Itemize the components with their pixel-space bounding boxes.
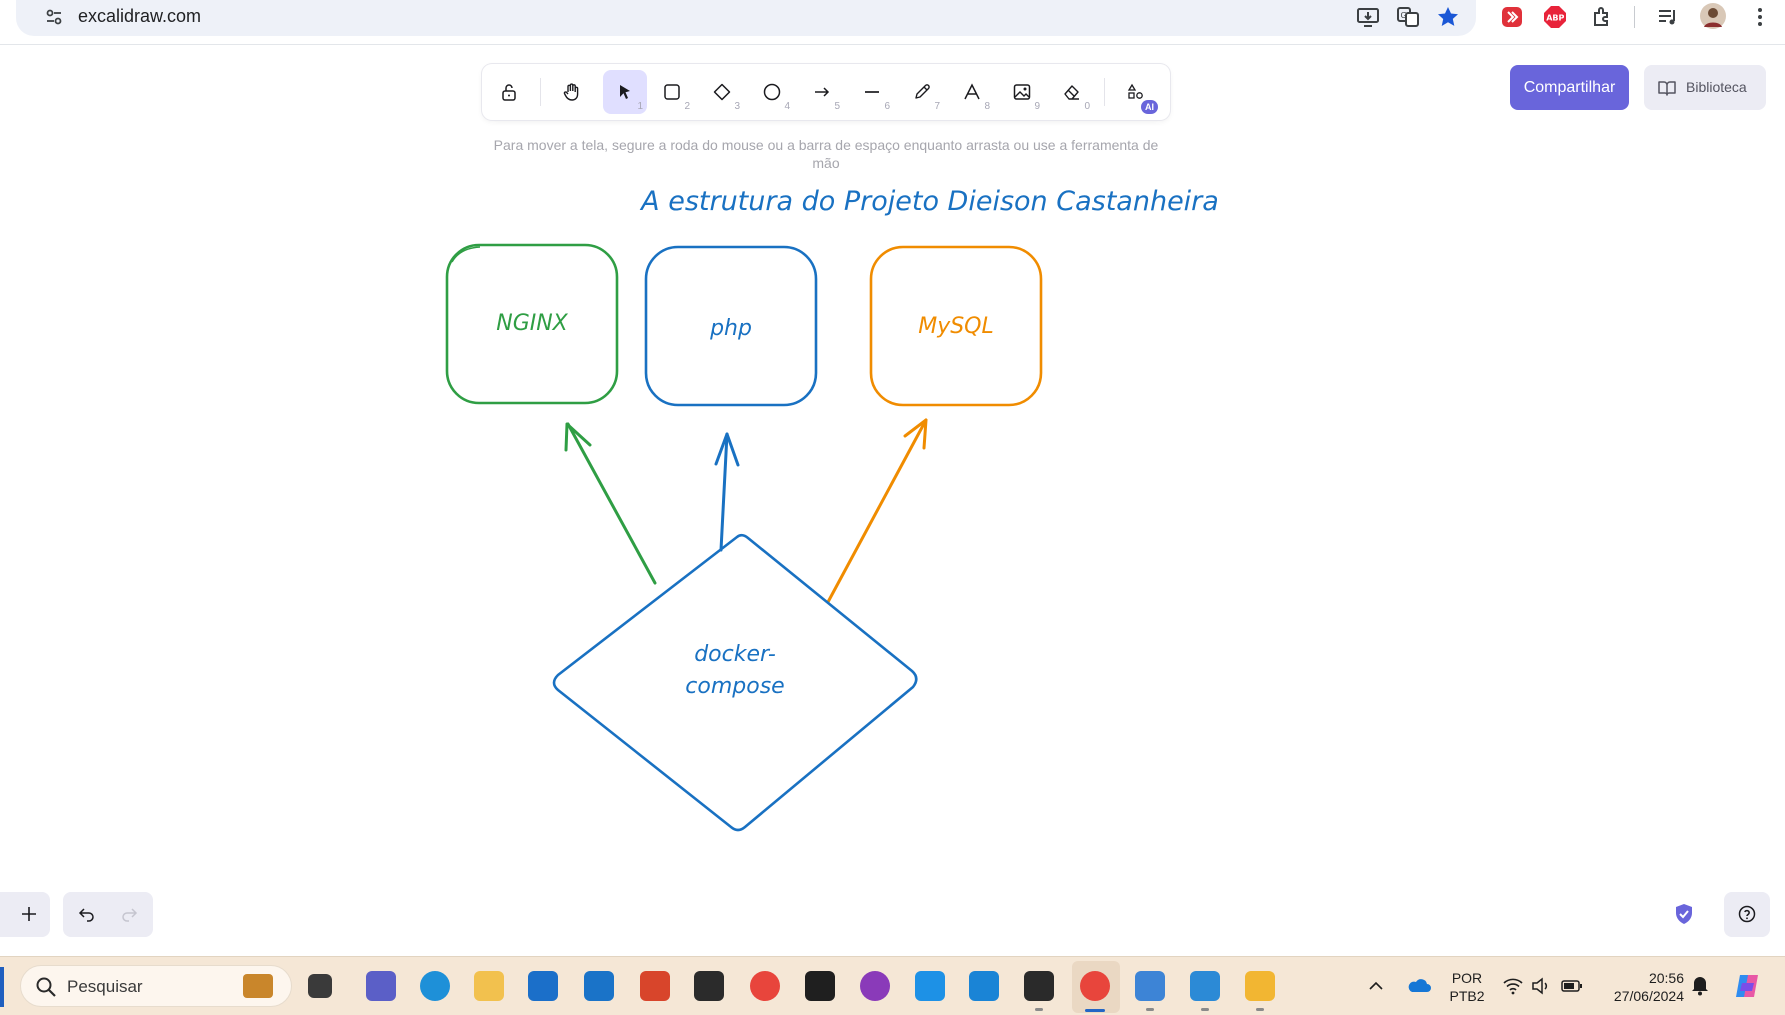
profile-avatar-icon[interactable]: [1700, 3, 1726, 29]
docker-compose-label-line2: compose: [685, 674, 784, 699]
docker-icon[interactable]: [915, 971, 945, 1001]
clock-time: 20:56: [1648, 970, 1684, 986]
url-text[interactable]: excalidraw.com: [78, 6, 201, 27]
php-box[interactable]: php: [644, 245, 818, 407]
svg-text:ABP: ABP: [1546, 14, 1564, 23]
taskbar-search[interactable]: Pesquisar: [20, 965, 292, 1007]
language-indicator[interactable]: POR PTB2: [1446, 969, 1488, 1005]
help-button[interactable]: [1724, 892, 1770, 937]
teams-icon[interactable]: [366, 971, 396, 1001]
extension-red-icon[interactable]: [1500, 5, 1524, 29]
media-queue-icon[interactable]: [1656, 5, 1680, 29]
running-indicator: [1035, 1008, 1043, 1011]
mysql-label: MySQL: [918, 314, 994, 339]
file-explorer-icon[interactable]: [474, 971, 504, 1001]
svg-text:G: G: [1401, 11, 1407, 20]
wifi-icon[interactable]: [1502, 976, 1524, 996]
battery-icon[interactable]: [1560, 977, 1584, 995]
nginx-box[interactable]: NGINX: [445, 243, 619, 405]
github-desktop-icon[interactable]: [860, 971, 890, 1001]
install-app-icon[interactable]: [1356, 5, 1380, 29]
language-line1: POR: [1451, 970, 1483, 986]
drawing-canvas[interactable]: A estrutura do Projeto Dieison Castanhei…: [0, 46, 1785, 956]
search-icon: [36, 977, 56, 997]
docker-compose-label-line1: docker-: [694, 642, 776, 667]
diagram-title[interactable]: A estrutura do Projeto Dieison Castanhei…: [639, 186, 1219, 217]
clock-date: 27/06/2024: [1613, 988, 1684, 1004]
terminal-icon[interactable]: [805, 971, 835, 1001]
copilot-icon[interactable]: [1732, 971, 1762, 1001]
nginx-label: NGINX: [496, 311, 568, 336]
task-view-icon[interactable]: [308, 974, 332, 998]
store-icon[interactable]: [528, 971, 558, 1001]
search-placeholder: Pesquisar: [67, 977, 143, 996]
language-line2: PTB2: [1449, 988, 1485, 1004]
running-indicator: [1256, 1008, 1264, 1011]
undo-redo-group: [63, 892, 153, 937]
plus-icon: [22, 907, 36, 921]
volume-icon[interactable]: [1530, 976, 1552, 996]
onedrive-cloud-icon[interactable]: [1406, 975, 1432, 995]
windows-taskbar: Pesquisar POR PTB2 20:56 27/06/2024: [0, 956, 1785, 1015]
address-bar[interactable]: excalidraw.com G: [16, 0, 1476, 36]
arrow-to-php[interactable]: [714, 432, 740, 552]
arrow-to-nginx[interactable]: [564, 422, 657, 585]
chrome-profile-icon[interactable]: [1080, 971, 1110, 1001]
site-settings-icon[interactable]: [44, 7, 64, 27]
toolbar-divider: [1634, 6, 1635, 28]
mysql-box[interactable]: MySQL: [869, 245, 1043, 407]
notification-bell-icon[interactable]: [1690, 974, 1710, 996]
shield-check-icon[interactable]: [1672, 902, 1696, 926]
clock[interactable]: 20:56 27/06/2024: [1596, 969, 1684, 1005]
docker-compose-diamond[interactable]: docker- compose: [552, 533, 918, 832]
sticky-notes-icon[interactable]: [1024, 971, 1054, 1001]
php-label: php: [709, 316, 752, 341]
screen: excalidraw.com G ABP 1 2 3 4 5 6 7 8 9 0…: [0, 0, 1785, 1015]
arrow-to-mysql[interactable]: [826, 418, 928, 604]
zoom-in-button[interactable]: [0, 892, 50, 937]
running-indicator: [1146, 1008, 1154, 1011]
taskbar-edge: [0, 967, 4, 1007]
redo-icon[interactable]: [119, 904, 139, 924]
window-app-icon[interactable]: [1190, 971, 1220, 1001]
cx-app-icon[interactable]: [694, 971, 724, 1001]
notepad-icon[interactable]: [1135, 971, 1165, 1001]
ide-app-icon[interactable]: [1245, 971, 1275, 1001]
browser-bar: excalidraw.com G ABP: [0, 0, 1785, 45]
search-highlight-icon: [243, 974, 273, 998]
browser-menu-icon[interactable]: [1748, 5, 1772, 29]
undo-icon[interactable]: [77, 904, 97, 924]
running-indicator: [1201, 1008, 1209, 1011]
help-circle-icon: [1738, 905, 1756, 923]
bookmark-star-icon[interactable]: [1436, 5, 1460, 29]
mail-icon[interactable]: [584, 971, 614, 1001]
translate-icon[interactable]: G: [1396, 5, 1420, 29]
vscode-icon[interactable]: [969, 971, 999, 1001]
remote-desktop-icon[interactable]: [640, 971, 670, 1001]
extensions-puzzle-icon[interactable]: [1590, 5, 1614, 29]
chevron-up-icon[interactable]: [1368, 979, 1384, 993]
active-indicator: [1085, 1009, 1105, 1012]
chrome-icon[interactable]: [750, 971, 780, 1001]
edge-icon[interactable]: [420, 971, 450, 1001]
adblock-icon[interactable]: ABP: [1543, 5, 1567, 29]
